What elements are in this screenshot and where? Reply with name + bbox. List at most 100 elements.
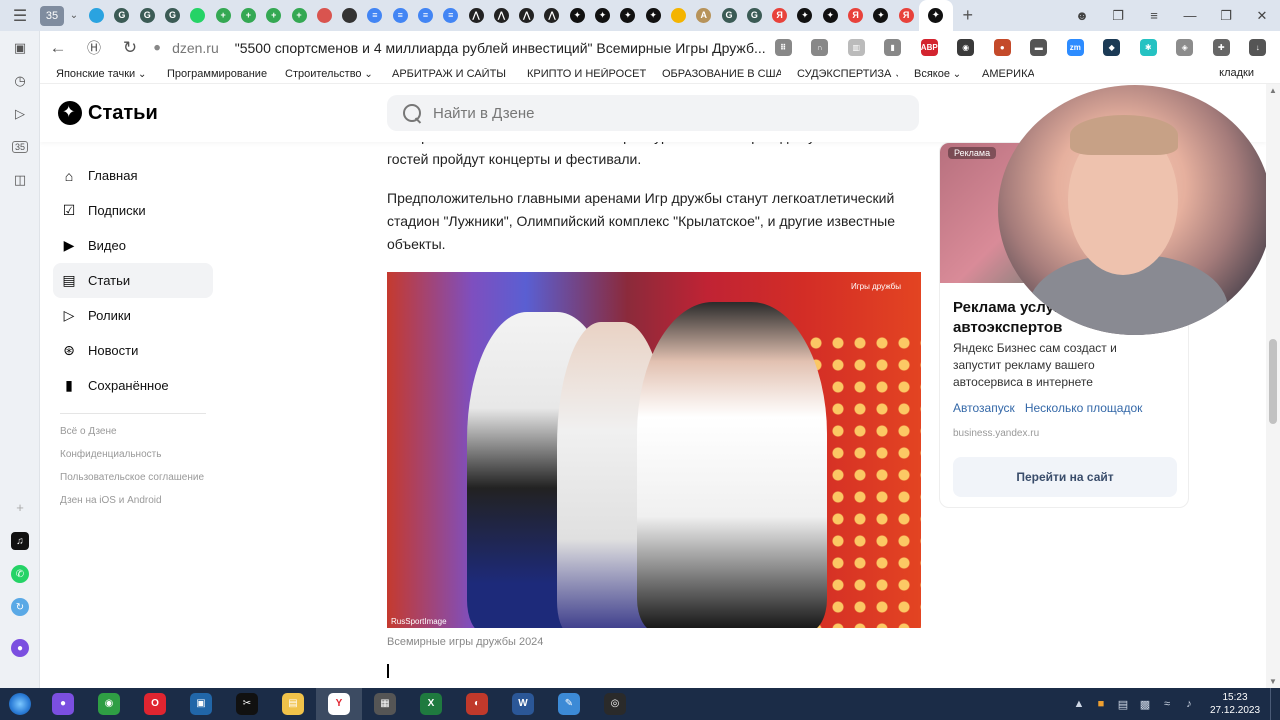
url-domain[interactable]: dzen.ru — [172, 40, 219, 56]
bookmark-folder[interactable]: КРИПТО И НЕЙРОСЕТИ — [511, 68, 646, 80]
browser-tab[interactable]: + — [236, 0, 261, 31]
extension-button[interactable]: ● — [984, 39, 1021, 56]
taskbar-app[interactable]: ● — [40, 688, 86, 720]
show-desktop-button[interactable] — [1270, 688, 1280, 720]
active-tab[interactable]: ✦ — [918, 0, 953, 31]
browser-tab[interactable]: ✦ — [818, 0, 843, 31]
bookmark-folder[interactable]: Программирование — [151, 68, 269, 80]
close-button[interactable]: ✕ — [1244, 8, 1280, 24]
page-title-in-address[interactable]: "5500 спортсменов и 4 миллиарда рублей и… — [235, 40, 766, 56]
whatsapp-icon[interactable]: ✆ — [10, 564, 30, 584]
menu-icon[interactable]: ≡ — [1136, 8, 1172, 23]
scroll-up-icon[interactable]: ▲ — [1269, 86, 1277, 95]
browser-tab[interactable]: ✦ — [641, 0, 666, 31]
tiktok-icon[interactable]: ♫ — [10, 531, 30, 551]
extension-button[interactable]: ∩ — [802, 39, 839, 56]
taskbar-app[interactable]: W — [500, 688, 546, 720]
tab-counter-icon[interactable]: 35 — [10, 137, 30, 157]
taskbar-app[interactable]: ◉ — [86, 688, 132, 720]
volume-icon[interactable]: ♪ — [1178, 698, 1200, 710]
alice-icon[interactable]: ● — [10, 638, 30, 658]
bookmark-folder[interactable]: ОБРАЗОВАНИЕ В США — [646, 68, 781, 80]
browser-tab[interactable]: ⋀ — [489, 0, 514, 31]
footer-link[interactable]: Дзен на iOS и Android — [60, 495, 210, 507]
browser-tab[interactable]: + — [286, 0, 311, 31]
system-clock[interactable]: 15:23 27.12.2023 — [1200, 691, 1270, 717]
tab-list-chevron-icon[interactable]: ⌄ — [64, 10, 84, 21]
reload-icon[interactable]: ↻ — [112, 38, 148, 58]
extension-button[interactable]: zm — [1057, 39, 1094, 56]
tray-app-icon[interactable]: ■ — [1090, 698, 1112, 710]
add-panel-icon[interactable]: + — [10, 497, 30, 517]
extension-button[interactable]: ◆ — [1094, 39, 1131, 56]
go-to-site-button[interactable]: Перейти на сайт — [953, 457, 1177, 497]
extension-button[interactable]: ◈ — [1167, 39, 1204, 56]
browser-tab[interactable]: Я — [843, 0, 868, 31]
taskbar-app[interactable]: ▤ — [270, 688, 316, 720]
browser-tab[interactable]: ≡ — [388, 0, 413, 31]
browser-tab[interactable] — [185, 0, 210, 31]
browser-tab[interactable] — [312, 0, 337, 31]
tray-expand-icon[interactable]: ▲ — [1068, 698, 1090, 710]
browser-tab[interactable]: ✦ — [615, 0, 640, 31]
start-button[interactable] — [0, 688, 40, 720]
browser-menu-icon[interactable]: ☰ — [0, 0, 40, 31]
connection-icon[interactable]: ≈ — [1156, 698, 1178, 710]
nav-clips[interactable]: ▷ Ролики — [53, 298, 213, 333]
restore-button[interactable]: ❐ — [1208, 8, 1244, 24]
taskbar-app[interactable]: ✂ — [224, 688, 270, 720]
profile-icon[interactable]: ☻ — [1064, 8, 1100, 23]
browser-tab[interactable]: G — [109, 0, 134, 31]
browser-tab[interactable]: G — [716, 0, 741, 31]
extension-button[interactable]: ↓ — [1240, 39, 1277, 56]
play-icon[interactable]: ▷ — [10, 104, 30, 124]
bookmark-folder[interactable]: Строительство — [269, 68, 376, 80]
dzen-logo[interactable]: Статьи — [58, 101, 158, 125]
collections-icon[interactable]: ❐ — [1100, 8, 1136, 24]
extension-button[interactable]: ▮ — [875, 39, 912, 56]
lock-icon[interactable]: ⚫ — [152, 41, 162, 55]
yandex-home-icon[interactable]: Ⓗ — [76, 38, 112, 58]
extension-button[interactable]: ◉ — [948, 39, 985, 56]
search-input[interactable] — [433, 104, 833, 122]
nav-articles[interactable]: ▤ Статьи — [53, 263, 213, 298]
taskbar-app[interactable]: ◎ — [592, 688, 638, 720]
taskbar-app[interactable]: ▣ — [178, 688, 224, 720]
bookmark-folder[interactable]: Японские тачки — [40, 68, 151, 80]
browser-tab[interactable]: G — [160, 0, 185, 31]
browser-tab[interactable]: Я — [767, 0, 792, 31]
browser-tab[interactable]: Я — [894, 0, 919, 31]
extension-button[interactable]: ABP — [911, 39, 948, 56]
ad-link-autostart[interactable]: Автозапуск — [953, 401, 1015, 415]
browser-tab[interactable]: G — [135, 0, 160, 31]
nav-news[interactable]: ⊛ Новости — [53, 333, 213, 368]
back-arrow-icon[interactable]: ← — [40, 38, 76, 58]
ad-link-platforms[interactable]: Несколько площадок — [1025, 401, 1143, 415]
browser-tab[interactable]: ✦ — [868, 0, 893, 31]
browser-tab[interactable]: ⋀ — [514, 0, 539, 31]
taskbar-app[interactable]: O — [132, 688, 178, 720]
browser-tab[interactable]: ✦ — [565, 0, 590, 31]
taskbar-app[interactable]: Y — [316, 688, 362, 720]
nav-subscriptions[interactable]: ☑ Подписки — [53, 193, 213, 228]
bookmark-folder[interactable]: АРБИТРАЖ И САЙТЫ — [376, 68, 511, 80]
browser-tab[interactable] — [337, 0, 362, 31]
browser-tab[interactable]: G — [742, 0, 767, 31]
browser-tab[interactable]: ✦ — [792, 0, 817, 31]
scrollbar-thumb[interactable] — [1269, 339, 1277, 424]
scroll-down-icon[interactable]: ▼ — [1269, 677, 1277, 686]
network-icon[interactable]: ▩ — [1134, 698, 1156, 711]
new-tab-button[interactable]: + — [953, 0, 983, 31]
nav-saved[interactable]: ▮ Сохранённое — [53, 368, 213, 403]
footer-link[interactable]: Конфиденциальность — [60, 449, 210, 461]
footer-link[interactable]: Всё о Дзене — [60, 426, 210, 438]
footer-link[interactable]: Пользовательское соглашение — [60, 472, 210, 484]
display-icon[interactable]: ▤ — [1112, 698, 1134, 711]
nav-home[interactable]: ⌂ Главная — [53, 158, 213, 193]
taskbar-app[interactable]: X — [408, 688, 454, 720]
taskbar-app[interactable]: ✎ — [546, 688, 592, 720]
minimize-button[interactable]: — — [1172, 8, 1208, 23]
browser-tab[interactable]: ⋀ — [539, 0, 564, 31]
browser-tab[interactable] — [84, 0, 109, 31]
browser-tab[interactable]: ✦ — [590, 0, 615, 31]
